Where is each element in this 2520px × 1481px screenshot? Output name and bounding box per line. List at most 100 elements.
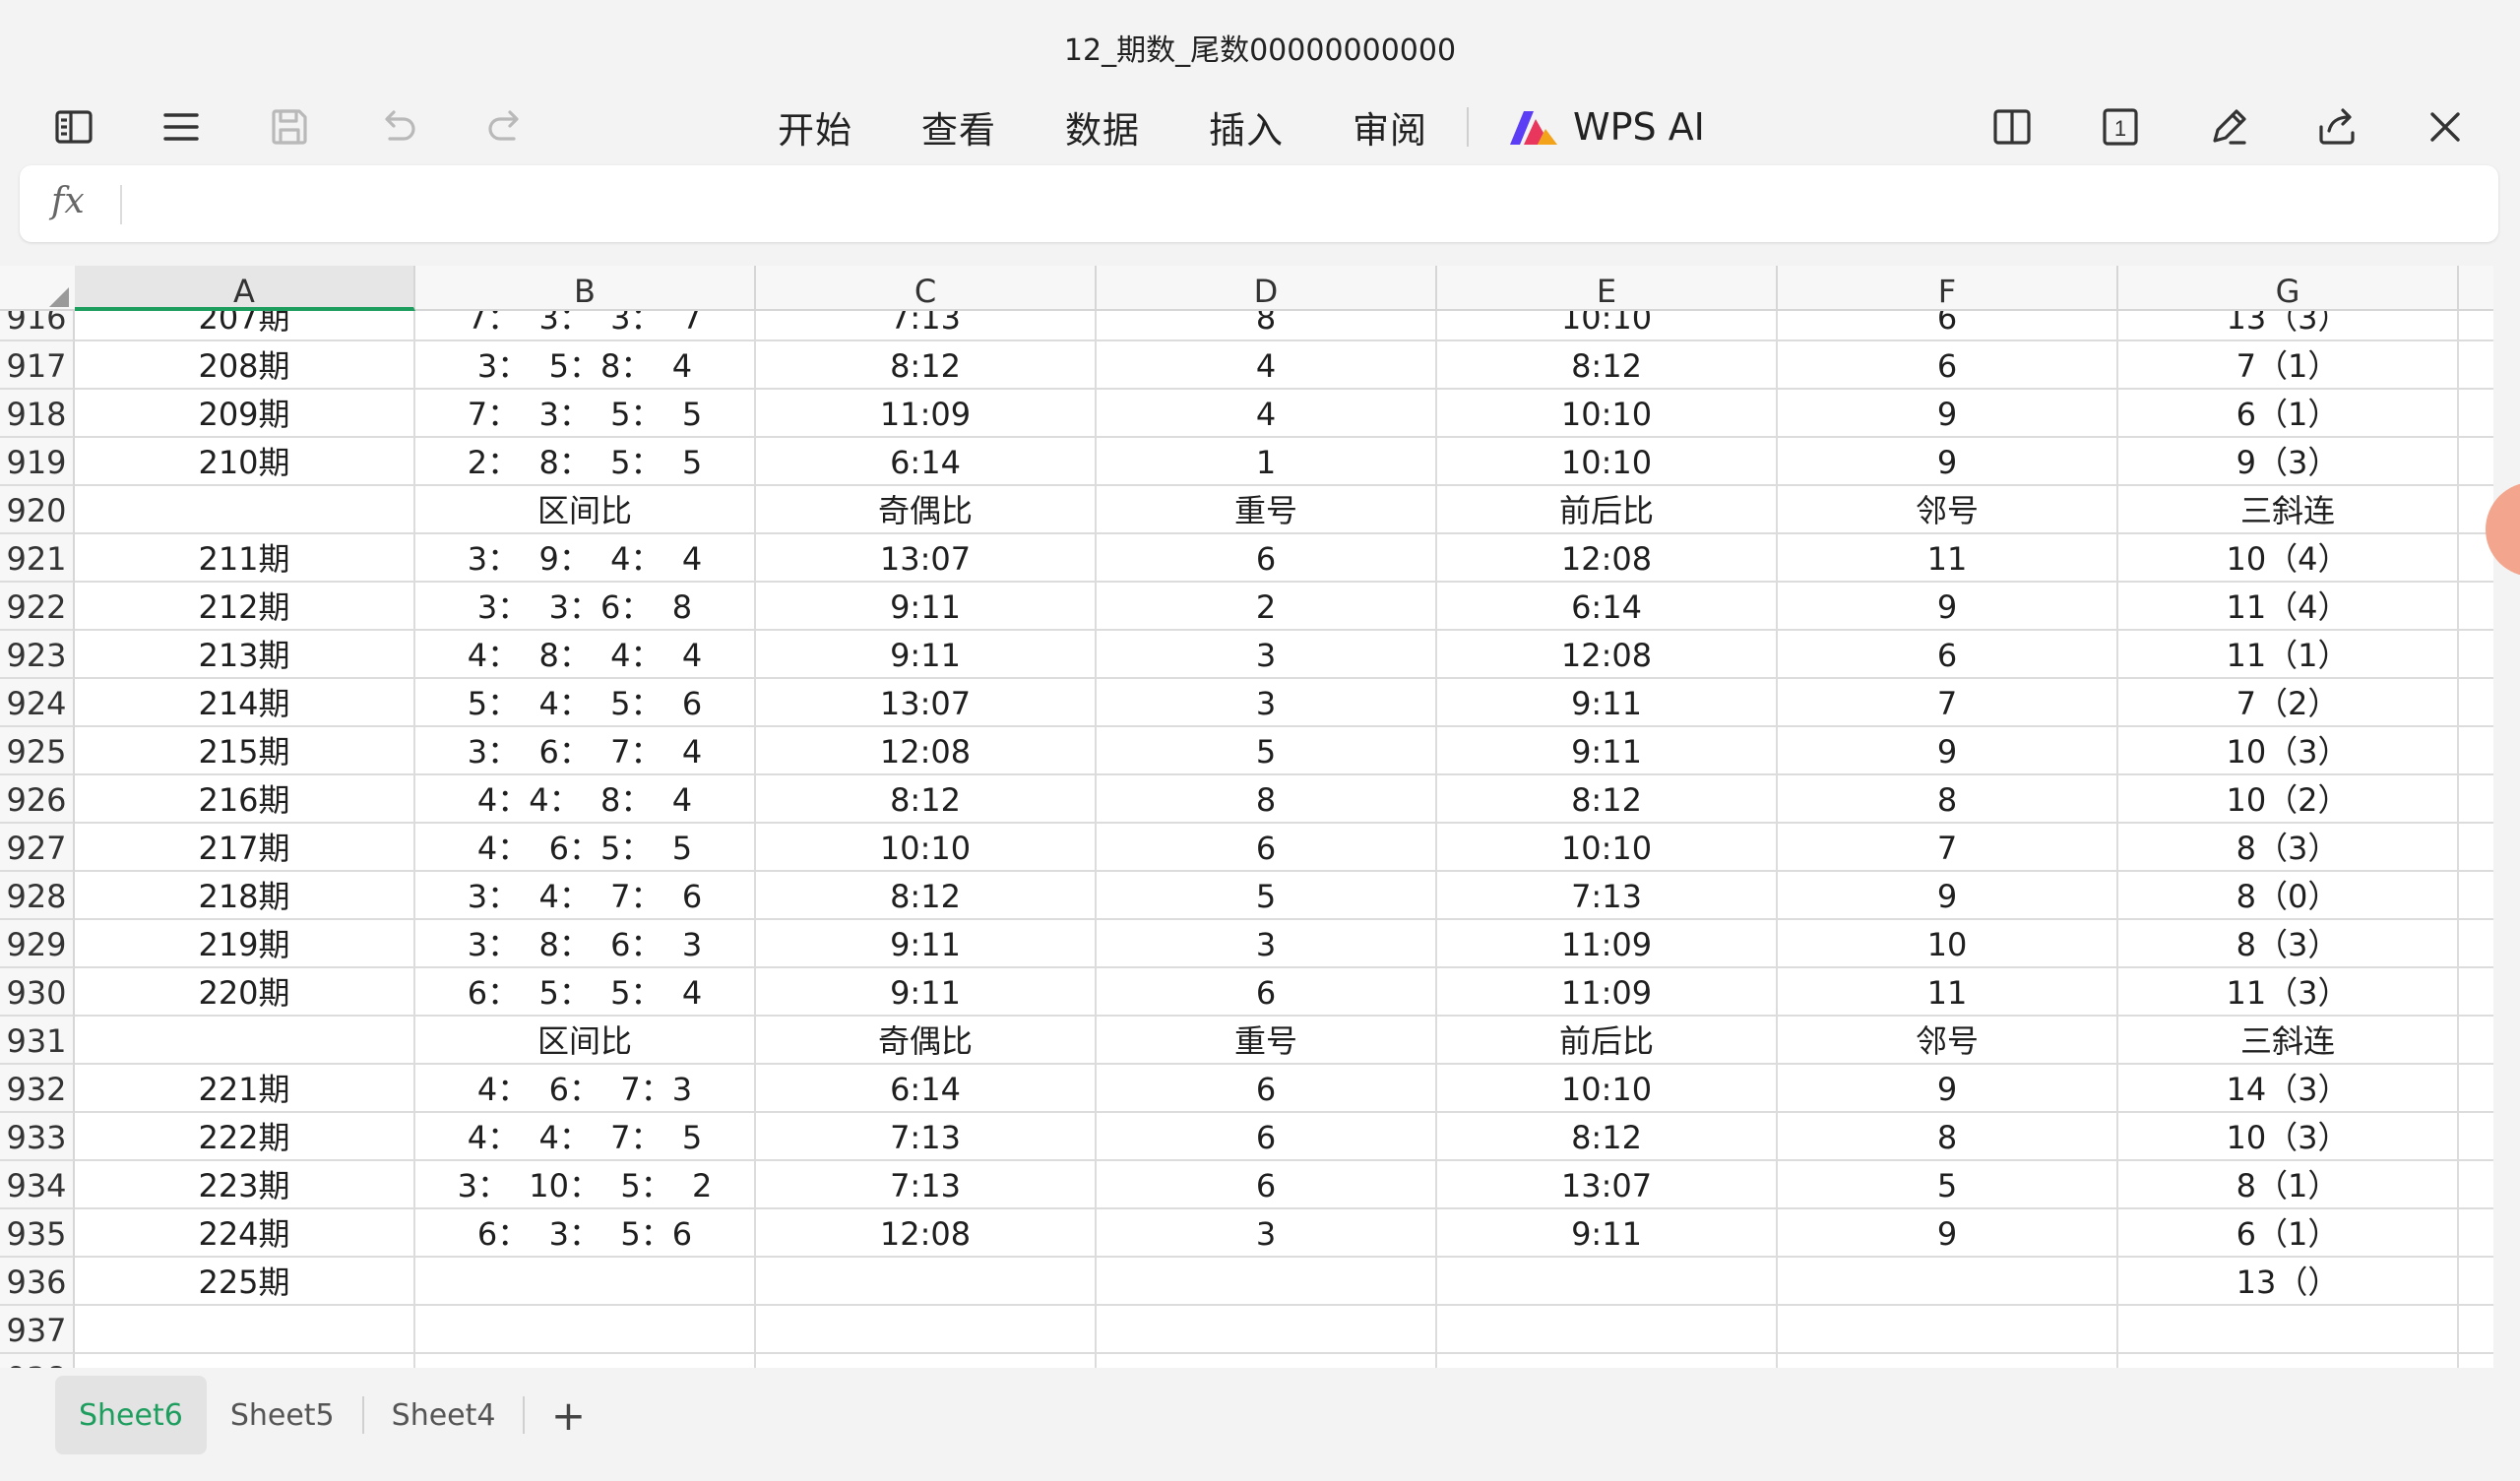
cell-e[interactable] (1437, 1306, 1778, 1354)
cell-e[interactable]: 12:08 (1437, 631, 1778, 679)
cell-d[interactable]: 重号 (1097, 486, 1437, 534)
row-number[interactable]: 918 (0, 390, 75, 438)
cell-d[interactable]: 4 (1097, 390, 1437, 438)
cell-b[interactable]: 2： 8： 5： 5 (415, 438, 756, 486)
cell-c[interactable]: 7:13 (756, 311, 1097, 341)
cell-d[interactable]: 6 (1097, 824, 1437, 872)
cell-b[interactable]: 7： 3： 3： 7 (415, 311, 756, 341)
cell-g[interactable]: 11（4） (2118, 583, 2459, 631)
row-number[interactable]: 921 (0, 534, 75, 583)
cell-g[interactable]: 11（3） (2118, 968, 2459, 1017)
cell-c[interactable]: 7:13 (756, 1113, 1097, 1161)
select-all-corner[interactable] (0, 266, 75, 311)
cell-f[interactable] (1778, 1354, 2118, 1368)
cell-a[interactable]: 220期 (75, 968, 415, 1017)
cell-f[interactable]: 9 (1778, 583, 2118, 631)
page-number-icon[interactable]: 1 (2084, 91, 2157, 163)
cell-c[interactable]: 6:14 (756, 1065, 1097, 1113)
column-header-a[interactable]: A (75, 266, 415, 311)
cell-h[interactable] (2459, 727, 2493, 775)
cell-a[interactable] (75, 1354, 415, 1368)
cell-g[interactable]: 8（3） (2118, 824, 2459, 872)
cell-e[interactable]: 10:10 (1437, 824, 1778, 872)
cell-e[interactable]: 8:12 (1437, 1113, 1778, 1161)
cell-a[interactable]: 223期 (75, 1161, 415, 1209)
cell-c[interactable]: 奇偶比 (756, 1017, 1097, 1065)
cell-d[interactable]: 1 (1097, 438, 1437, 486)
cell-h[interactable] (2459, 1354, 2493, 1368)
cell-h[interactable] (2459, 1209, 2493, 1258)
cell-g[interactable]: 10（4） (2118, 534, 2459, 583)
cell-e[interactable]: 7:13 (1437, 872, 1778, 920)
add-sheet-button[interactable]: + (529, 1376, 607, 1454)
cell-f[interactable]: 11 (1778, 968, 2118, 1017)
cell-d[interactable]: 5 (1097, 872, 1437, 920)
cell-g[interactable]: 8（3） (2118, 920, 2459, 968)
cell-e[interactable]: 9:11 (1437, 1209, 1778, 1258)
cell-f[interactable]: 6 (1778, 631, 2118, 679)
cell-e[interactable]: 10:10 (1437, 1065, 1778, 1113)
row-number[interactable]: 922 (0, 583, 75, 631)
cell-d[interactable]: 6 (1097, 1161, 1437, 1209)
cell-a[interactable]: 225期 (75, 1258, 415, 1306)
cell-f[interactable]: 11 (1778, 534, 2118, 583)
menu-review[interactable]: 审阅 (1353, 100, 1427, 154)
cell-c[interactable]: 13:07 (756, 679, 1097, 727)
save-icon[interactable] (253, 91, 326, 163)
cell-h[interactable] (2459, 920, 2493, 968)
cell-a[interactable] (75, 1306, 415, 1354)
cell-a[interactable]: 224期 (75, 1209, 415, 1258)
sidebar-toggle-icon[interactable] (37, 91, 110, 163)
cell-a[interactable]: 215期 (75, 727, 415, 775)
cell-d[interactable]: 6 (1097, 968, 1437, 1017)
cell-g[interactable]: 8（1） (2118, 1161, 2459, 1209)
row-number[interactable]: 925 (0, 727, 75, 775)
cell-g[interactable]: 9（3） (2118, 438, 2459, 486)
cell-a[interactable]: 219期 (75, 920, 415, 968)
cell-b[interactable]: 4： 6：5： 5 (415, 824, 756, 872)
undo-icon[interactable] (361, 91, 434, 163)
row-number[interactable]: 935 (0, 1209, 75, 1258)
cell-d[interactable] (1097, 1306, 1437, 1354)
cell-e[interactable]: 11:09 (1437, 920, 1778, 968)
cell-c[interactable]: 8:12 (756, 775, 1097, 824)
cell-a[interactable]: 207期 (75, 311, 415, 341)
sheet-tab-sheet6[interactable]: Sheet6 (55, 1376, 207, 1454)
cell-h[interactable] (2459, 311, 2493, 341)
column-header-b[interactable]: B (415, 266, 756, 311)
cell-a[interactable]: 217期 (75, 824, 415, 872)
cell-d[interactable]: 6 (1097, 534, 1437, 583)
cell-f[interactable]: 7 (1778, 679, 2118, 727)
cell-f[interactable]: 5 (1778, 1161, 2118, 1209)
cell-b[interactable] (415, 1258, 756, 1306)
cell-b[interactable]: 6： 3： 5：6 (415, 1209, 756, 1258)
cell-g[interactable]: 8（0） (2118, 872, 2459, 920)
share-icon[interactable] (2300, 91, 2373, 163)
cell-g[interactable]: 14（3） (2118, 1065, 2459, 1113)
cell-c[interactable] (756, 1306, 1097, 1354)
cell-e[interactable]: 13:07 (1437, 1161, 1778, 1209)
cell-g[interactable]: 13（3） (2118, 311, 2459, 341)
cell-c[interactable]: 9:11 (756, 920, 1097, 968)
cell-f[interactable] (1778, 1306, 2118, 1354)
row-number[interactable]: 933 (0, 1113, 75, 1161)
cell-g[interactable]: 7（1） (2118, 341, 2459, 390)
cell-c[interactable]: 10:10 (756, 824, 1097, 872)
cell-e[interactable]: 前后比 (1437, 1017, 1778, 1065)
cell-g[interactable]: 11（1） (2118, 631, 2459, 679)
cell-h[interactable] (2459, 341, 2493, 390)
cell-b[interactable]: 7： 3： 5： 5 (415, 390, 756, 438)
cell-a[interactable] (75, 1017, 415, 1065)
cell-d[interactable] (1097, 1354, 1437, 1368)
redo-icon[interactable] (470, 91, 542, 163)
cell-d[interactable]: 4 (1097, 341, 1437, 390)
cell-a[interactable]: 221期 (75, 1065, 415, 1113)
cell-a[interactable]: 211期 (75, 534, 415, 583)
cell-e[interactable]: 9:11 (1437, 727, 1778, 775)
row-number[interactable]: 928 (0, 872, 75, 920)
cell-g[interactable]: 6（1） (2118, 390, 2459, 438)
cell-b[interactable]: 4： 8： 4： 4 (415, 631, 756, 679)
menu-start[interactable]: 开始 (778, 100, 852, 154)
column-header-c[interactable]: C (756, 266, 1097, 311)
cell-h[interactable] (2459, 1258, 2493, 1306)
